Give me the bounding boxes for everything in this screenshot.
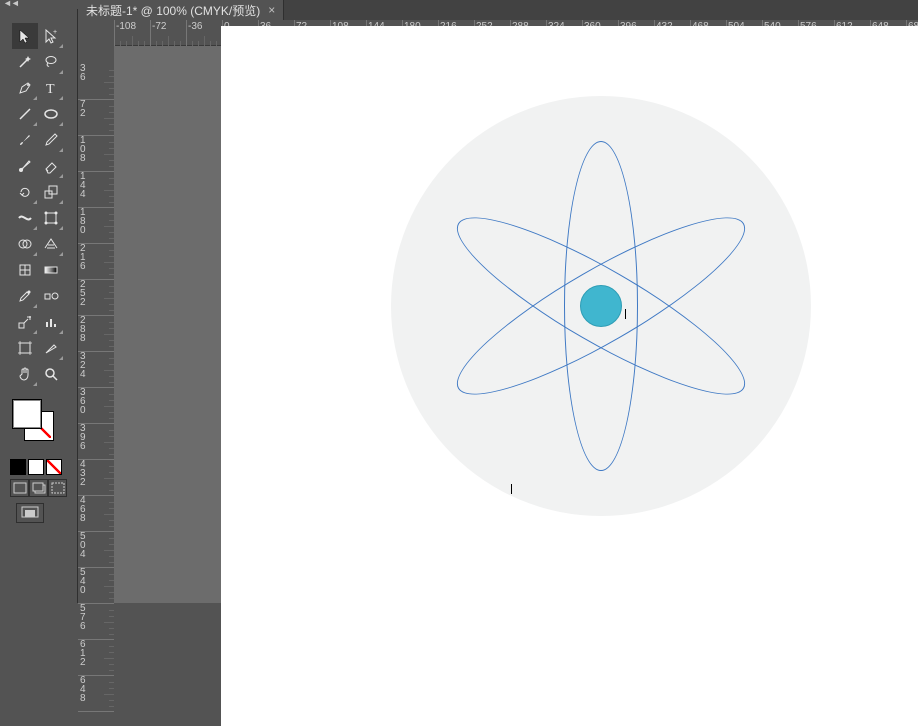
collapse-chevrons-icon[interactable]: ◄◄ xyxy=(3,0,19,8)
ruler-tick: 540 xyxy=(78,568,114,604)
zoom-tool[interactable] xyxy=(38,361,64,387)
draw-mode-row xyxy=(10,479,67,497)
ruler-tick: 288 xyxy=(78,316,114,352)
draw-inside-button[interactable] xyxy=(48,479,67,497)
blend-tool[interactable] xyxy=(38,283,64,309)
fill-stroke-swatches[interactable] xyxy=(12,399,54,441)
color-none-button[interactable] xyxy=(46,459,62,475)
type-tool[interactable]: T xyxy=(38,75,64,101)
document-tab[interactable]: 未标题-1* @ 100% (CMYK/预览) × xyxy=(78,0,284,20)
ruler-tick: 108 xyxy=(78,136,114,172)
line-segment-tool[interactable] xyxy=(12,101,38,127)
ellipse-tool[interactable] xyxy=(38,101,64,127)
ruler-tick: -36 xyxy=(186,20,187,46)
rotate-tool[interactable] xyxy=(12,179,38,205)
scale-tool[interactable] xyxy=(38,179,64,205)
shape-builder-tool[interactable] xyxy=(12,231,38,257)
ruler-tick: 144 xyxy=(78,172,114,208)
ruler-tick: 576 xyxy=(78,604,114,640)
ruler-tick: 72 xyxy=(78,100,114,136)
screen-mode-button[interactable] xyxy=(16,503,44,523)
color-mode-row xyxy=(10,459,69,475)
fill-swatch[interactable] xyxy=(12,399,42,429)
direct-selection-tool[interactable]: + xyxy=(38,23,64,49)
ruler-tick: -72 xyxy=(150,20,151,46)
width-tool[interactable] xyxy=(12,205,38,231)
text-cursor-icon xyxy=(625,309,626,319)
gradient-tool[interactable] xyxy=(38,257,64,283)
color-solid-button[interactable] xyxy=(10,459,26,475)
draw-normal-button[interactable] xyxy=(10,479,29,497)
ruler-tick: 648 xyxy=(78,676,114,712)
symbol-sprayer-tool[interactable] xyxy=(12,309,38,335)
ruler-tick: 468 xyxy=(78,496,114,532)
selection-tool[interactable] xyxy=(12,23,38,49)
document-tab-label: 未标题-1* @ 100% (CMYK/预览) xyxy=(86,2,260,19)
draw-behind-button[interactable] xyxy=(29,479,48,497)
lasso-tool[interactable] xyxy=(38,49,64,75)
eraser-tool[interactable] xyxy=(38,153,64,179)
ruler-tick: 612 xyxy=(78,640,114,676)
slice-tool[interactable] xyxy=(38,335,64,361)
ruler-tick: 252 xyxy=(78,280,114,316)
svg-text:T: T xyxy=(46,82,55,96)
column-graph-tool[interactable] xyxy=(38,309,64,335)
ruler-tick: 180 xyxy=(78,208,114,244)
perspective-grid-tool[interactable] xyxy=(38,231,64,257)
ruler-tick: -108 xyxy=(114,20,115,46)
hand-tool[interactable] xyxy=(12,361,38,387)
pencil-tool[interactable] xyxy=(38,127,64,153)
ruler-tick: 36 xyxy=(78,64,114,100)
ruler-tick: 216 xyxy=(78,244,114,280)
magic-wand-tool[interactable] xyxy=(12,49,38,75)
artboard-tool[interactable] xyxy=(12,335,38,361)
artwork-atom xyxy=(391,96,811,516)
eyedropper-tool[interactable] xyxy=(12,283,38,309)
vertical-ruler[interactable]: 3672108144180216252288324360396432468504… xyxy=(78,46,114,603)
ruler-tick: 432 xyxy=(78,460,114,496)
ruler-tick: 360 xyxy=(78,388,114,424)
toolbox-panel: +T xyxy=(0,9,78,603)
artwork-nucleus[interactable] xyxy=(580,285,622,327)
color-gradient-button[interactable] xyxy=(28,459,44,475)
document-tabstrip: 未标题-1* @ 100% (CMYK/预览) × xyxy=(78,0,918,20)
ruler-tick: 504 xyxy=(78,532,114,568)
close-icon[interactable]: × xyxy=(268,3,275,17)
text-cursor-icon xyxy=(511,484,512,494)
mesh-tool[interactable] xyxy=(12,257,38,283)
vertical-ruler-column: 3672108144180216252288324360396432468504… xyxy=(78,20,114,603)
canvas-stage[interactable] xyxy=(114,46,918,603)
blob-brush-tool[interactable] xyxy=(12,153,38,179)
paintbrush-tool[interactable] xyxy=(12,127,38,153)
svg-text:+: + xyxy=(53,29,57,36)
ruler-tick: 396 xyxy=(78,424,114,460)
artboard[interactable] xyxy=(221,26,918,726)
pen-tool[interactable] xyxy=(12,75,38,101)
ruler-tick: 324 xyxy=(78,352,114,388)
free-transform-tool[interactable] xyxy=(38,205,64,231)
